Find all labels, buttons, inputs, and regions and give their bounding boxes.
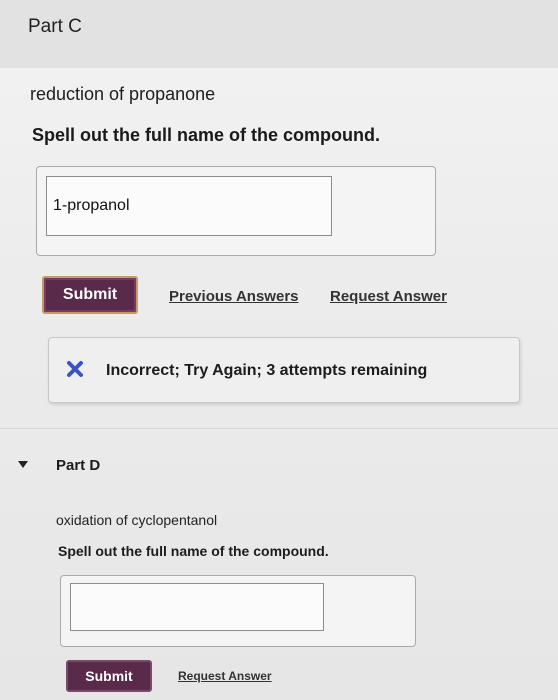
part-d-request-answer-link[interactable]: Request Answer bbox=[178, 669, 272, 683]
part-d-answer-input[interactable] bbox=[70, 583, 324, 631]
section-divider bbox=[0, 428, 558, 429]
feedback-text: Incorrect; Try Again; 3 attempts remaini… bbox=[106, 362, 428, 379]
caret-down-icon[interactable] bbox=[18, 461, 28, 468]
part-c-request-answer-link[interactable]: Request Answer bbox=[330, 288, 447, 305]
part-d-prompt: oxidation of cyclopentanol bbox=[56, 512, 218, 528]
x-icon bbox=[67, 361, 83, 377]
part-c-prompt: reduction of propanone bbox=[30, 84, 216, 104]
part-c-answer-input[interactable] bbox=[46, 176, 332, 236]
part-d-instruction: Spell out the full name of the compound. bbox=[58, 543, 329, 559]
previous-answers-link[interactable]: Previous Answers bbox=[169, 288, 299, 305]
part-c-title: Part C bbox=[28, 16, 82, 37]
part-d-submit-button[interactable]: Submit bbox=[66, 660, 152, 692]
part-c-submit-button[interactable]: Submit bbox=[42, 276, 138, 314]
part-d-title[interactable]: Part D bbox=[56, 457, 100, 474]
part-c-instruction: Spell out the full name of the compound. bbox=[32, 125, 380, 145]
part-c-header bbox=[0, 0, 558, 68]
